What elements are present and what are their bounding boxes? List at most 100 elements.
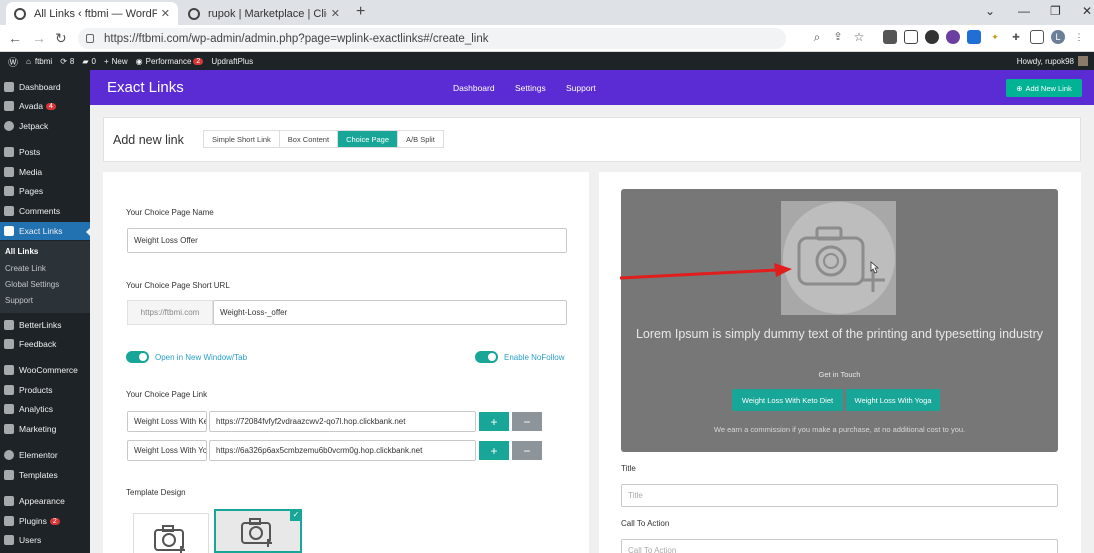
link-url-input[interactable]: https://72084fvfyf2vdraazcwv2-qo7l.hop.c… — [209, 411, 476, 432]
nofollow-toggle-row[interactable]: Enable NoFollow — [475, 351, 564, 363]
submenu-create-link[interactable]: Create Link — [5, 264, 46, 273]
admin-bar-comments[interactable]: ▰ 0 — [82, 57, 96, 66]
plugin-nav-settings[interactable]: Settings — [515, 83, 546, 93]
cta-input[interactable]: Call To Action — [621, 539, 1058, 553]
link-name-input[interactable]: Weight Loss With Keto Diet — [127, 411, 207, 432]
toggle-label: Open in New Window/Tab — [155, 352, 248, 362]
add-new-link-button[interactable]: ⊕ Add New Link — [1006, 79, 1082, 97]
close-window-icon[interactable]: ✕ — [1082, 4, 1092, 18]
template-option[interactable] — [133, 513, 209, 553]
add-link-button[interactable]: + — [479, 412, 509, 431]
sidebar-item-elementor[interactable]: Elementor — [0, 446, 90, 464]
submenu-all-links[interactable]: All Links — [5, 247, 38, 256]
choice-page-name-input[interactable]: Weight Loss Offer — [127, 228, 567, 253]
sidebar-item-users[interactable]: Users — [0, 531, 90, 549]
sidebar-item-label: Avada — [19, 101, 43, 111]
sidebar-item-feedback[interactable]: Feedback — [0, 335, 90, 353]
plugin-nav-support[interactable]: Support — [566, 83, 596, 93]
sidebar-item-plugins[interactable]: Plugins 2 — [0, 512, 90, 530]
close-icon[interactable]: ✕ — [161, 7, 170, 20]
link-url-input[interactable]: https://6a326p6ax5cmbzemu6b0vcrm0g.hop.c… — [209, 440, 476, 461]
remove-link-button[interactable]: − — [512, 412, 542, 431]
reload-icon[interactable]: ↻ — [55, 30, 67, 47]
share-icon[interactable]: ⇪ — [831, 30, 845, 44]
sidebar-item-templates[interactable]: Templates — [0, 466, 90, 484]
sidebar-item-avada[interactable]: Avada 4 — [0, 97, 90, 115]
maximize-icon[interactable]: ❐ — [1050, 4, 1061, 18]
sidebar-item-woocommerce[interactable]: WooCommerce — [0, 361, 90, 379]
remove-link-button[interactable]: − — [512, 441, 542, 460]
open-new-window-toggle-row[interactable]: Open in New Window/Tab — [126, 351, 247, 363]
extension-icon[interactable]: ✦ — [988, 30, 1002, 44]
plugin-logo[interactable]: Exact Links — [107, 79, 184, 96]
link-name-input[interactable]: Weight Loss With Yoga — [127, 440, 207, 461]
extension-icon[interactable] — [904, 30, 918, 44]
sidebar-item-betterlinks[interactable]: BetterLinks — [0, 316, 90, 334]
wordpress-icon[interactable]: Ⓦ — [8, 54, 18, 69]
submenu-support[interactable]: Support — [5, 296, 33, 305]
tab-box-content[interactable]: Box Content — [279, 131, 339, 147]
tab-title: All Links ‹ ftbmi — WordPress — [34, 7, 157, 20]
sidebar-item-pages[interactable]: Pages — [0, 182, 90, 200]
extension-icon[interactable] — [925, 30, 939, 44]
close-icon[interactable]: ✕ — [331, 7, 340, 20]
sidebar-item-dashboard[interactable]: Dashboard — [0, 78, 90, 96]
link-type-tabs: Simple Short Link Box Content Choice Pag… — [203, 130, 444, 148]
tab-simple-short-link[interactable]: Simple Short Link — [204, 131, 280, 147]
menu-icon[interactable]: ⋮ — [1072, 30, 1086, 44]
browser-toolbar: ⌕ ⇪ ☆ ✦ ✚ L ⋮ — [810, 30, 1086, 44]
sidebar-item-appearance[interactable]: Appearance — [0, 492, 90, 510]
open-new-window-toggle[interactable] — [126, 351, 149, 363]
star-icon[interactable]: ☆ — [852, 30, 866, 44]
add-link-button[interactable]: + — [479, 441, 509, 460]
sidebar-item-media[interactable]: Media — [0, 163, 90, 181]
tab-choice-page[interactable]: Choice Page — [338, 131, 399, 147]
submenu-global-settings[interactable]: Global Settings — [5, 280, 59, 289]
sidebar-item-label: Posts — [19, 147, 41, 157]
back-icon[interactable]: ← — [8, 30, 22, 46]
plugin-nav-dashboard[interactable]: Dashboard — [453, 83, 495, 93]
tab-ab-split[interactable]: A/B Split — [398, 131, 443, 147]
preview-button-yoga[interactable]: Weight Loss With Yoga — [846, 389, 940, 411]
sidepanel-icon[interactable] — [1030, 30, 1044, 44]
profile-icon[interactable]: L — [1051, 30, 1065, 44]
preview-button-keto[interactable]: Weight Loss With Keto Diet — [732, 389, 843, 411]
new-tab-icon[interactable]: + — [356, 3, 365, 21]
sidebar-badge: 4 — [45, 102, 56, 110]
updates-count: 8 — [69, 56, 75, 66]
puzzle-icon[interactable]: ✚ — [1009, 30, 1023, 44]
browser-tab-wordpress[interactable]: All Links ‹ ftbmi — WordPress ✕ — [6, 2, 178, 25]
forward-icon[interactable]: → — [32, 30, 46, 46]
sidebar-item-products[interactable]: Products — [0, 381, 90, 399]
sidebar-item-comments[interactable]: Comments — [0, 202, 90, 220]
plus-icon: + — [103, 56, 109, 66]
nofollow-toggle[interactable] — [475, 351, 498, 363]
short-url-input[interactable]: Weight-Loss-_offer — [213, 300, 567, 325]
extension-icon[interactable] — [883, 30, 897, 44]
admin-bar-new[interactable]: + New — [104, 57, 128, 66]
brush-icon — [4, 496, 14, 506]
extension-icon[interactable] — [967, 30, 981, 44]
admin-bar-updraft[interactable]: UpdraftPlus — [211, 57, 253, 66]
admin-bar-account[interactable]: Howdy, rupok98 — [1017, 56, 1088, 66]
extension-icon[interactable] — [946, 30, 960, 44]
zoom-icon[interactable]: ⌕ — [810, 30, 824, 44]
url-field[interactable]: https://ftbmi.com/wp-admin/admin.php?pag… — [78, 28, 786, 49]
template-option-selected[interactable]: ✓ — [214, 509, 302, 553]
sidebar-item-posts[interactable]: Posts — [0, 143, 90, 161]
wordpress-icon — [14, 7, 26, 20]
chevron-down-icon[interactable]: ⌄ — [985, 4, 995, 18]
minimize-icon[interactable]: — — [1018, 4, 1030, 18]
admin-bar-site[interactable]: ⌂ ftbmi — [26, 57, 52, 66]
megaphone-icon — [4, 424, 14, 434]
title-input[interactable]: Title — [621, 484, 1058, 507]
admin-bar-updates[interactable]: ⟳ 8 — [60, 57, 74, 66]
sidebar-item-analytics[interactable]: Analytics — [0, 400, 90, 418]
preview-image-placeholder[interactable] — [781, 201, 896, 315]
admin-bar-performance[interactable]: ◉ Performance 2 — [136, 57, 204, 66]
sidebar-item-exact-links[interactable]: Exact Links — [0, 222, 90, 240]
sidebar-item-jetpack[interactable]: Jetpack — [0, 117, 90, 135]
browser-tab-clickbank[interactable]: rupok | Marketplace | ClickBank / ✕ — [180, 2, 348, 25]
page-title: Add new link — [113, 133, 184, 147]
sidebar-item-marketing[interactable]: Marketing — [0, 420, 90, 438]
